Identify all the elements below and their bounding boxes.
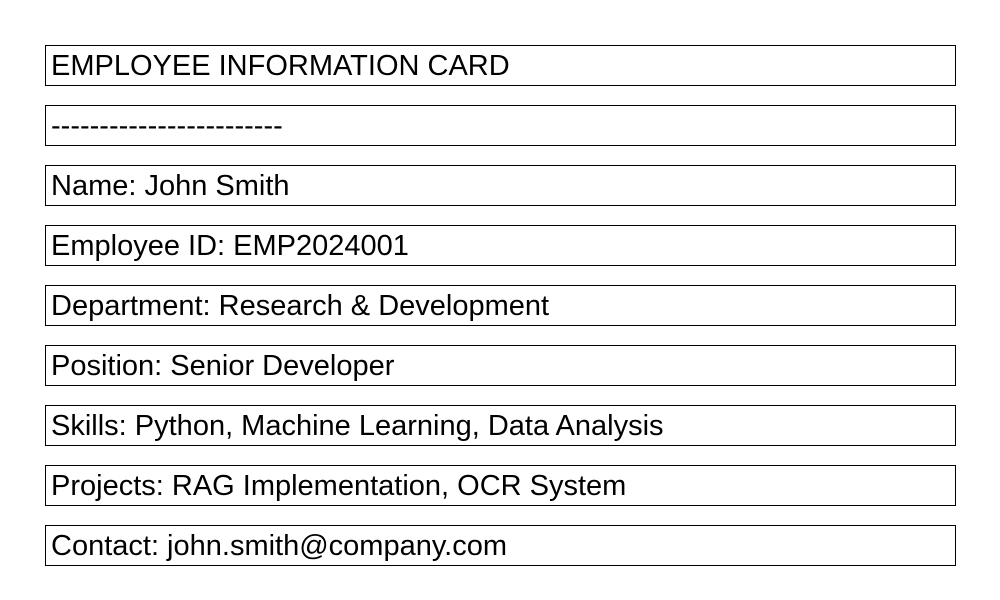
card-title: EMPLOYEE INFORMATION CARD xyxy=(45,45,956,86)
employee-information-card: EMPLOYEE INFORMATION CARD --------------… xyxy=(45,45,956,585)
skills-field: Skills: Python, Machine Learning, Data A… xyxy=(45,405,956,446)
projects-field: Projects: RAG Implementation, OCR System xyxy=(45,465,956,506)
separator-line: ------------------------ xyxy=(45,105,956,146)
name-field: Name: John Smith xyxy=(45,165,956,206)
department-field: Department: Research & Development xyxy=(45,285,956,326)
position-field: Position: Senior Developer xyxy=(45,345,956,386)
contact-field: Contact: john.smith@company.com xyxy=(45,525,956,566)
employee-id-field: Employee ID: EMP2024001 xyxy=(45,225,956,266)
